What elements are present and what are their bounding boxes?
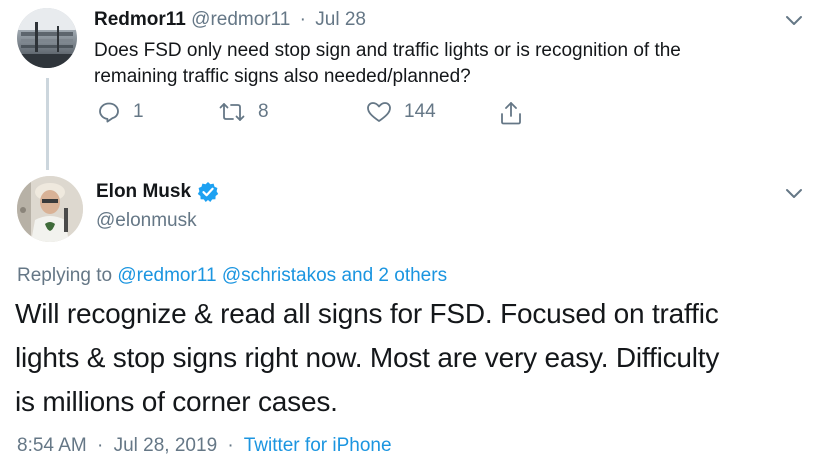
- main-tweet-header: Elon Musk: [96, 181, 219, 203]
- verified-badge-icon: [197, 182, 219, 202]
- retweet-count: 8: [258, 101, 269, 122]
- reply-text-line-2: remaining traffic signs also needed/plan…: [94, 66, 471, 87]
- tweet-date[interactable]: Jul 28, 2019: [114, 435, 218, 456]
- separator: ·: [227, 435, 234, 456]
- reply-tweet-header: Redmor11 @redmor11 · Jul 28: [94, 9, 366, 31]
- reply-count: 1: [133, 101, 144, 122]
- retweet-action[interactable]: 8: [218, 100, 269, 124]
- tweet-text-line-1: Will recognize & read all signs for FSD.…: [15, 298, 719, 329]
- display-name[interactable]: Elon Musk: [96, 181, 191, 203]
- share-icon[interactable]: [499, 100, 523, 126]
- mention-redmor11[interactable]: @redmor11: [117, 265, 216, 286]
- reply-action[interactable]: 1: [97, 100, 144, 124]
- like-action[interactable]: 144: [366, 100, 436, 124]
- retweet-icon: [219, 103, 245, 121]
- chevron-down-icon[interactable]: [783, 182, 805, 204]
- tweet-text-line-2: lights & stop signs right now. Most are …: [15, 342, 720, 373]
- like-count: 144: [404, 101, 436, 122]
- reply-text-line-1: Does FSD only need stop sign and traffic…: [94, 40, 681, 61]
- replying-prefix: Replying to: [17, 265, 113, 286]
- avatar-image: [17, 176, 83, 242]
- tweet-text-line-3: is millions of corner cases.: [15, 386, 338, 417]
- handle[interactable]: @redmor11: [191, 9, 290, 30]
- handle[interactable]: @elonmusk: [96, 210, 197, 232]
- avatar-elonmusk[interactable]: [17, 176, 83, 242]
- display-name[interactable]: Redmor11: [94, 9, 186, 30]
- separator: ·: [97, 435, 104, 456]
- thread-line: [46, 78, 49, 170]
- tweet-meta: 8:54 AM · Jul 28, 2019 · Twitter for iPh…: [17, 435, 392, 457]
- like-icon: [367, 102, 391, 122]
- mention-schristakos[interactable]: @schristakos: [222, 265, 336, 286]
- avatar-redmor11[interactable]: [17, 8, 77, 68]
- mention-others[interactable]: 2 others: [378, 265, 447, 286]
- tweet-time[interactable]: 8:54 AM: [17, 435, 87, 456]
- main-tweet-text: Will recognize & read all signs for FSD.…: [15, 292, 719, 424]
- replying-to: Replying to @redmor11 @schristakos and 2…: [17, 265, 447, 287]
- reply-tweet-text: Does FSD only need stop sign and traffic…: [94, 38, 681, 90]
- separator: ·: [299, 9, 306, 30]
- tweet-date[interactable]: Jul 28: [315, 9, 366, 30]
- chevron-down-icon[interactable]: [783, 9, 805, 31]
- reply-icon: [99, 102, 119, 123]
- tweet-source[interactable]: Twitter for iPhone: [244, 435, 392, 456]
- mention-and[interactable]: and: [341, 265, 373, 286]
- avatar-image: [17, 8, 77, 68]
